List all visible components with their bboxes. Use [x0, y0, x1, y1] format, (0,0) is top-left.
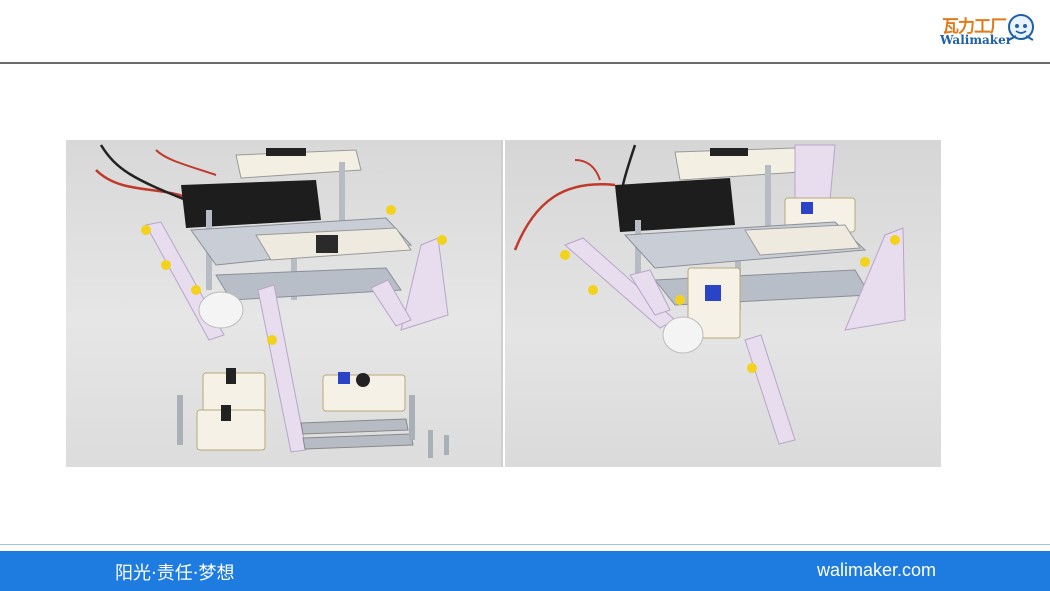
footer-divider	[0, 544, 1050, 545]
walimaker-logo: 瓦力工厂 Walimaker	[940, 6, 1040, 54]
robot-face-icon	[1008, 14, 1034, 41]
robot-assembled-photo	[505, 140, 941, 467]
footer-bar: 阳光·责任·梦想 walimaker.com	[0, 551, 1050, 591]
logo-english-text: Walimaker	[940, 33, 1013, 47]
robot-with-parts-photo	[66, 140, 503, 467]
footer-slogan: 阳光·责任·梦想	[115, 563, 235, 584]
header-divider	[0, 62, 1050, 64]
footer-site: walimaker.com	[816, 560, 936, 580]
